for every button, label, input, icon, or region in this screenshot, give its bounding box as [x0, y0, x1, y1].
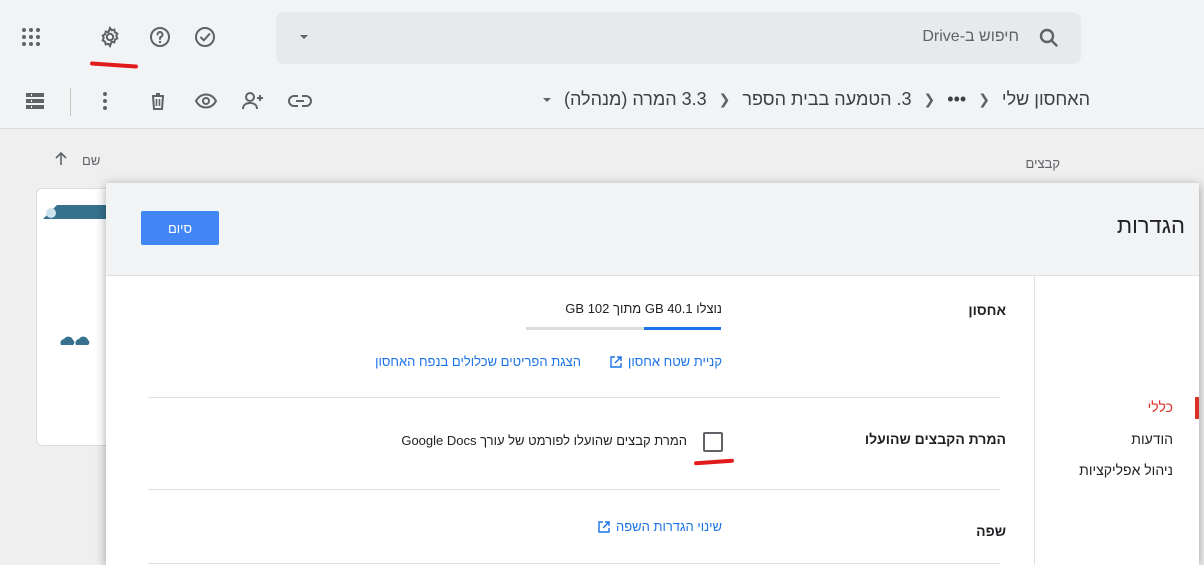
apps-grid-icon[interactable] — [16, 22, 46, 52]
storage-label: אחסון — [968, 302, 1006, 318]
chevron-icon: ❮ — [978, 91, 990, 107]
buy-storage-label: קניית שטח אחסון — [628, 354, 722, 369]
storage-usage-text: נוצלו 40.1 GB מתוך 102 GB — [565, 301, 722, 316]
name-column-header[interactable]: שם — [54, 151, 101, 169]
nav-manage-apps[interactable]: ניהול אפליקציות — [1079, 462, 1173, 478]
search-box[interactable]: חיפוש ב-Drive — [276, 12, 1081, 64]
list-view-icon[interactable] — [22, 88, 48, 114]
toolbar: האחסון שלי ❮ ••• ❮ 3. הטמעה בבית הספר ❮ … — [0, 76, 1204, 129]
row-divider — [148, 397, 1000, 398]
chevron-icon: ❮ — [923, 91, 936, 107]
ready-for-offline-icon[interactable] — [190, 22, 220, 52]
convert-uploads-label: המרת הקבצים שהועלו — [864, 431, 1006, 447]
annotation-underline-checkbox — [693, 458, 735, 466]
link-icon[interactable] — [287, 88, 313, 114]
view-storage-items-link[interactable]: הצגת הפריטים שכלולים בנפח האחסון — [375, 354, 581, 369]
settings-nav: כללי הודעות ניהול אפליקציות — [1034, 275, 1199, 565]
language-settings-link[interactable]: שינוי הגדרות השפה — [598, 519, 722, 534]
external-link-icon — [598, 520, 610, 533]
convert-uploads-checkbox-label[interactable]: המרת קבצים שהועלו לפורמט של עורך Google … — [401, 433, 687, 448]
buy-storage-link[interactable]: קניית שטח אחסון — [610, 354, 722, 369]
row-divider — [148, 563, 1000, 564]
preview-eye-icon[interactable] — [193, 88, 219, 114]
convert-uploads-checkbox[interactable] — [703, 432, 723, 452]
search-options-icon[interactable] — [298, 30, 310, 48]
chevron-down-icon[interactable] — [542, 89, 552, 110]
share-add-person-icon[interactable] — [240, 88, 266, 114]
language-label: שפה — [976, 523, 1006, 539]
storage-usage-bar — [526, 327, 721, 330]
language-settings-label: שינוי הגדרות השפה — [615, 519, 722, 534]
search-icon[interactable] — [1037, 26, 1061, 50]
toolbar-divider — [70, 88, 71, 116]
nav-notifications[interactable]: הודעות — [1131, 431, 1173, 447]
done-button[interactable]: סיום — [141, 211, 219, 245]
search-input[interactable]: חיפוש ב-Drive — [922, 28, 1019, 46]
storage-usage-fill — [644, 327, 721, 330]
nav-general[interactable]: כללי — [1148, 399, 1173, 415]
settings-dialog: סיום הגדרות כללי הודעות ניהול אפליקציות … — [106, 183, 1199, 565]
breadcrumb-overflow[interactable]: ••• — [947, 89, 966, 110]
breadcrumb-my-drive[interactable]: האחסון שלי — [1002, 89, 1090, 110]
dialog-header: סיום הגדרות — [106, 183, 1199, 276]
active-nav-indicator — [1195, 397, 1199, 419]
more-actions-icon[interactable] — [92, 88, 118, 114]
breadcrumb: האחסון שלי ❮ ••• ❮ 3. הטמעה בבית הספר ❮ … — [542, 89, 1090, 110]
trash-icon[interactable] — [145, 88, 171, 114]
files-section-label: קבצים — [1025, 156, 1060, 171]
sort-arrow-up-icon[interactable] — [54, 151, 68, 169]
breadcrumb-folder[interactable]: 3. הטמעה בבית הספר — [742, 89, 911, 110]
dialog-title: הגדרות — [1116, 213, 1185, 238]
gear-icon[interactable] — [95, 22, 125, 52]
help-icon[interactable] — [145, 22, 175, 52]
top-bar: חיפוש ב-Drive — [0, 0, 1204, 76]
breadcrumb-current-folder[interactable]: 3.3 המרה (מנהלה) — [564, 89, 707, 110]
chevron-icon: ❮ — [718, 91, 731, 107]
name-column-label: שם — [82, 153, 101, 168]
external-link-icon — [610, 355, 622, 368]
row-divider — [148, 489, 1000, 490]
